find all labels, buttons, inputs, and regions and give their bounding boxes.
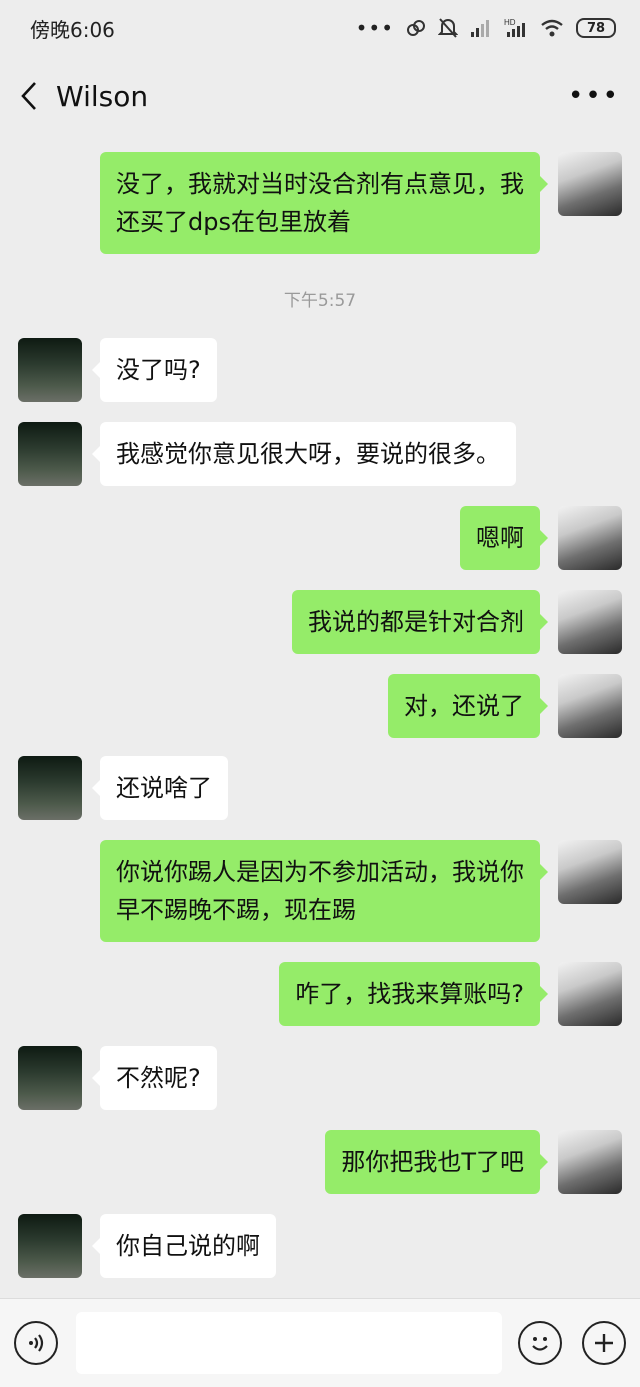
message-bubble[interactable]: 那你把我也T了吧 [325, 1130, 548, 1194]
contact-avatar[interactable] [18, 338, 82, 402]
my-avatar[interactable] [558, 962, 622, 1026]
status-bar: 傍晚6:06 ••• HD 78 [0, 0, 640, 56]
emoji-icon [532, 1337, 548, 1351]
voice-icon [29, 1334, 44, 1352]
svg-text:HD: HD [504, 18, 516, 27]
message-bubble[interactable]: 不然呢? [92, 1046, 217, 1110]
status-icons: ••• HD 78 [356, 16, 616, 40]
message-bubble[interactable]: 你说你踢人是因为不参加活动，我说你早不踢晚不踢，现在踢 [100, 840, 548, 942]
back-button[interactable]: Wilson [20, 80, 148, 113]
link-icon [407, 20, 425, 36]
battery-icon: 78 [576, 18, 616, 38]
message-bubble[interactable]: 没了，我就对当时没合剂有点意见，我还买了dps在包里放着 [100, 152, 548, 254]
signal-icon [471, 20, 489, 37]
hd-signal-icon: HD [504, 18, 525, 37]
contact-avatar[interactable] [18, 422, 82, 486]
input-bar [0, 1298, 640, 1387]
chevron-left-icon [21, 82, 36, 110]
message-bubble[interactable]: 咋了，找我来算账吗? [279, 962, 548, 1026]
message-bubble[interactable]: 对，还说了 [388, 674, 548, 738]
my-avatar[interactable] [558, 674, 622, 738]
my-avatar[interactable] [558, 152, 622, 216]
contact-name: Wilson [56, 79, 149, 113]
voice-button[interactable] [14, 1321, 58, 1365]
message-timestamp: 下午5:57 [283, 291, 357, 311]
mute-bell-icon [438, 18, 458, 38]
contact-avatar[interactable] [18, 756, 82, 820]
message-bubble[interactable]: 没了吗? [92, 338, 217, 402]
my-avatar[interactable] [558, 590, 622, 654]
message-bubble[interactable]: 嗯啊 [460, 506, 548, 570]
chat-header: Wilson ••• [0, 56, 640, 136]
plus-icon [595, 1334, 613, 1352]
message-bubble[interactable]: 你自己说的啊 [92, 1214, 276, 1278]
message-list[interactable]: 没了，我就对当时没合剂有点意见，我还买了dps在包里放着 下午5:57 没了吗?… [0, 136, 640, 1298]
more-dots-icon: ••• [355, 16, 394, 40]
more-plus-button[interactable] [582, 1321, 626, 1365]
my-avatar[interactable] [558, 506, 622, 570]
message-input[interactable] [76, 1312, 502, 1374]
contact-avatar[interactable] [18, 1214, 82, 1278]
more-horizontal-icon: ••• [567, 81, 620, 111]
my-avatar[interactable] [558, 1130, 622, 1194]
battery-level: 78 [586, 20, 606, 36]
message-bubble[interactable]: 还说啥了 [92, 756, 228, 820]
message-bubble[interactable]: 我感觉你意见很大呀，要说的很多。 [92, 422, 516, 486]
message-bubble[interactable]: 我说的都是针对合剂 [292, 590, 548, 654]
contact-avatar[interactable] [18, 1046, 82, 1110]
more-options-button[interactable]: ••• [568, 81, 620, 111]
wifi-icon [541, 19, 563, 37]
status-time: 傍晚6:06 [30, 17, 115, 42]
emoji-button[interactable] [518, 1321, 562, 1365]
my-avatar[interactable] [558, 840, 622, 904]
